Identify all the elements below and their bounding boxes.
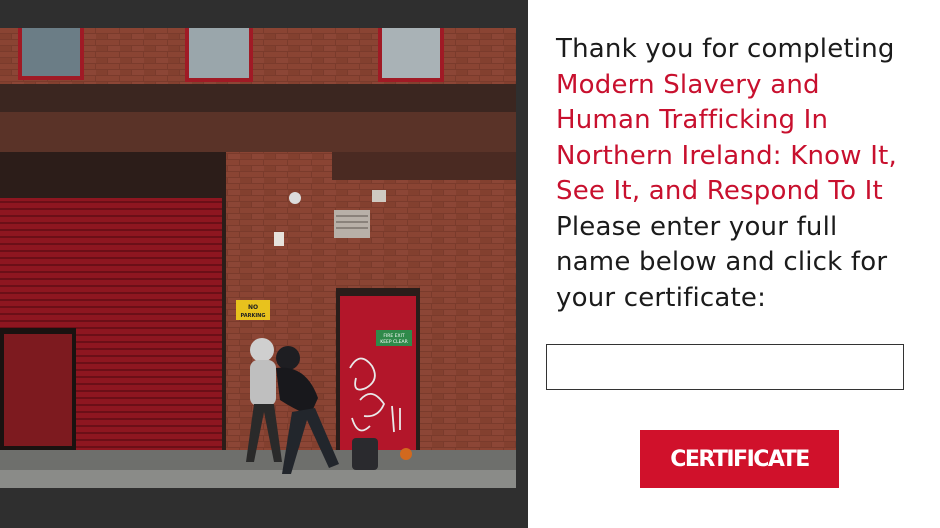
course-title-line: Human Trafficking In [556,105,829,135]
full-name-input[interactable] [546,344,904,390]
svg-text:FIRE EXIT: FIRE EXIT [383,333,405,339]
completion-panel: Thank you for completing Modern Slavery … [528,0,940,528]
photo-illustration: NO PARKING FIRE EXIT KEEP CLEAR [0,28,516,488]
svg-text:PARKING: PARKING [241,313,266,319]
completion-message: Thank you for completing Modern Slavery … [556,32,926,316]
svg-text:KEEP CLEAR: KEEP CLEAR [380,339,407,345]
course-title-line: Northern Ireland: Know It, [556,140,897,171]
no-parking-sign-text: NO [248,304,258,311]
instruction-line: Please enter your full [556,211,838,242]
course-title-line: See It, and Respond To It [556,176,883,206]
street-photo: NO PARKING FIRE EXIT KEEP CLEAR [0,28,516,488]
instruction-line: your certificate: [556,282,767,313]
lamp [289,192,301,204]
certificate-button[interactable]: CERTIFICATE [640,430,839,488]
course-title-line: Modern Slavery and [556,69,820,100]
intro-text: Thank you for completing [556,34,895,64]
image-panel: NO PARKING FIRE EXIT KEEP CLEAR [0,0,528,528]
instruction-line: name below and click for [556,247,888,277]
